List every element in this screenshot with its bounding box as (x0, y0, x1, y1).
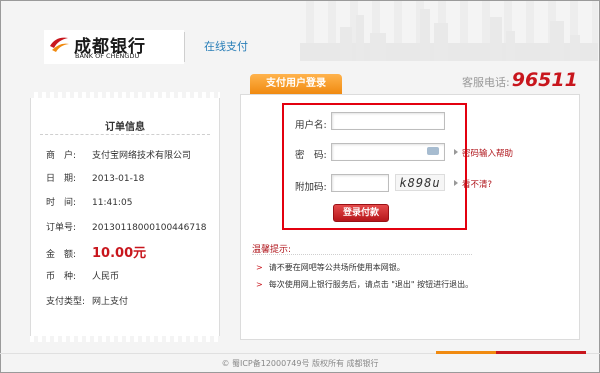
order-label: 订单号: (46, 223, 77, 233)
tip-item: > 请不要在网吧等公共场所使用本网银。 (256, 262, 405, 273)
order-label: 支付类型: (46, 297, 86, 307)
chevron-right-icon: > (256, 263, 263, 272)
hotline-label: 客服电话: (462, 76, 510, 89)
order-label: 日 期: (46, 174, 77, 184)
arrow-right-icon (454, 180, 458, 186)
order-row-merchant: 商 户: 支付宝网络技术有限公司 (46, 148, 191, 161)
city-skyline-decoration (300, 1, 598, 61)
order-value: 20130118000100446718 (92, 223, 207, 233)
receipt-edge-top (30, 92, 220, 98)
order-label: 商 户: (46, 151, 77, 161)
order-row-date: 日 期: 2013-01-18 (46, 171, 144, 184)
footer-copyright: © 蜀ICP备12000749号 版权所有 成都银行 (221, 359, 379, 368)
order-row-payment-type: 支付类型: 网上支付 (46, 294, 128, 307)
arrow-right-icon (454, 149, 458, 155)
login-pay-button[interactable]: 登录付款 (333, 204, 389, 222)
captcha-label: 附加码: (295, 182, 327, 193)
order-value: 人民币 (92, 272, 120, 282)
tip-text: 每次使用网上银行服务后，请点击 "退出" 按钮进行退出。 (268, 280, 474, 289)
password-label: 密 码: (295, 150, 327, 161)
order-label: 币 种: (46, 272, 77, 282)
order-row-order-number: 订单号: 20130118000100446718 (46, 220, 207, 233)
service-hotline: 客服电话: 96511 (462, 69, 578, 91)
captcha-refresh-link[interactable]: 看不清? (462, 178, 492, 190)
order-value: 11:41:05 (92, 198, 133, 208)
order-row-amount: 金 额: 10.00元 (46, 242, 146, 261)
password-help-link[interactable]: 密码输入帮助 (462, 147, 513, 159)
order-amount-value: 10.00元 (92, 246, 147, 261)
header-divider (184, 32, 185, 62)
order-title-divider (40, 134, 210, 135)
bank-emblem-icon (50, 37, 69, 52)
online-payment-title: 在线支付 (204, 40, 248, 53)
tab-payment-login[interactable]: 支付用户登录 (250, 74, 342, 94)
tip-text: 请不要在网吧等公共场所使用本网银。 (268, 263, 405, 272)
receipt-edge-bottom (30, 336, 220, 342)
chevron-right-icon: > (256, 280, 263, 289)
hotline-number: 96511 (511, 69, 578, 91)
tip-item: > 每次使用网上银行服务后，请点击 "退出" 按钮进行退出。 (256, 279, 473, 290)
captcha-input[interactable] (331, 174, 389, 192)
username-label: 用户名: (295, 120, 327, 131)
bank-logo[interactable]: 成都银行 BANK OF CHENGDU (44, 30, 184, 64)
order-row-time: 时 间: 11:41:05 (46, 195, 132, 208)
soft-keyboard-icon[interactable] (427, 147, 439, 155)
order-info-title: 订单信息 (105, 122, 145, 133)
order-label: 金 额: (46, 250, 77, 260)
order-value: 支付宝网络技术有限公司 (92, 151, 192, 161)
order-row-currency: 币 种: 人民币 (46, 269, 119, 282)
bank-name-en: BANK OF CHENGDU (75, 52, 140, 60)
captcha-image: k898u (395, 174, 445, 191)
footer-accent-bar (436, 351, 586, 354)
username-input[interactable] (331, 112, 445, 130)
order-value: 2013-01-18 (92, 174, 145, 184)
order-value: 网上支付 (92, 297, 129, 307)
order-label: 时 间: (46, 198, 77, 208)
tips-divider (252, 254, 472, 255)
